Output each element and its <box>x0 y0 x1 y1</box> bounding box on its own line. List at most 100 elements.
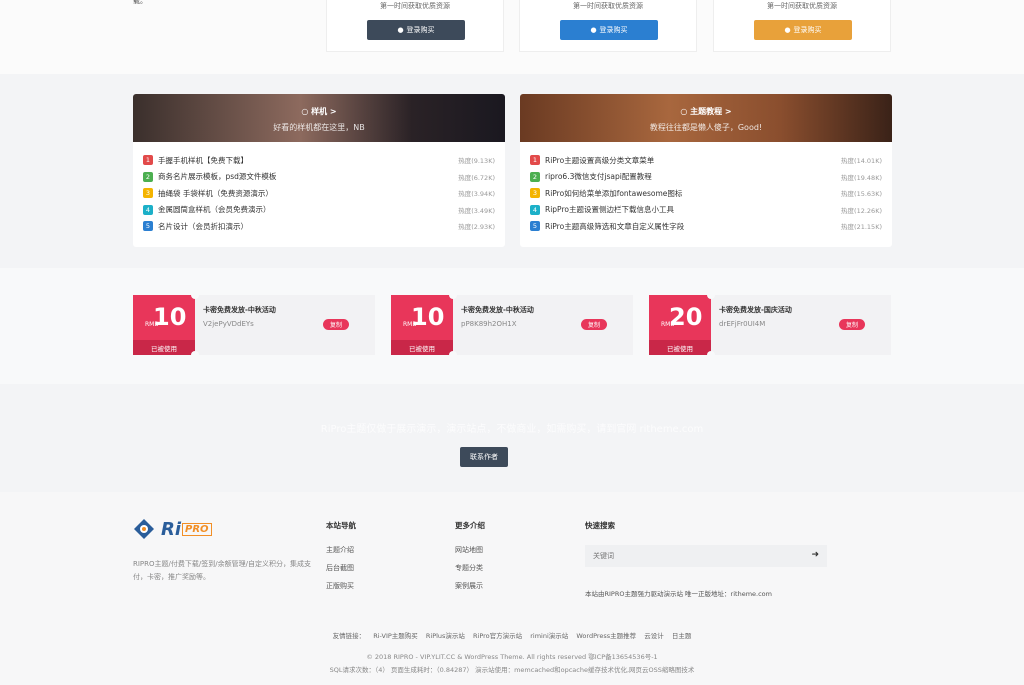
hot-count: 热度(21.15K) <box>841 223 882 232</box>
copy-button[interactable]: 复制 <box>839 319 865 330</box>
hot-count: 热度(2.93K) <box>458 223 495 232</box>
coupon-code: pP8K89h2OH1X <box>461 320 517 328</box>
coupon-card-1: RMB 10 已被使用 卡密免费发放-中秋活动 V2jePyVDdEYs 复制 <box>133 291 375 359</box>
login-buy-button[interactable]: ● 登录购买 <box>560 20 658 40</box>
friend-link[interactable]: RiPlus演示站 <box>426 632 465 640</box>
rank-badge: 3 <box>143 188 153 199</box>
contact-author-button[interactable]: 联系作者 <box>460 447 508 467</box>
post-title[interactable]: ripro6.3微信支付jsapi配置教程 <box>545 171 841 182</box>
brand-description: RIPRO主题/付费下载/签到/余额管理/自定义积分，集成支付，卡密，推广奖励等… <box>133 560 311 581</box>
coupon-section: RMB 10 已被使用 卡密免费发放-中秋活动 V2jePyVDdEYs 复制 … <box>0 268 1024 384</box>
user-icon: ● <box>397 26 404 34</box>
hot-count: 热度(14.01K) <box>841 157 882 166</box>
friend-link[interactable]: Ri-VIP主题购买 <box>373 632 418 640</box>
search-title: 快速搜索 <box>585 521 615 530</box>
used-status: 已被使用 <box>391 340 453 355</box>
category-title[interactable]: ○ 样机 > <box>133 106 505 117</box>
footer-link[interactable]: 案例展示 <box>455 581 485 599</box>
notch <box>191 291 199 299</box>
button-label: 登录购买 <box>406 26 435 34</box>
copy-button[interactable]: 复制 <box>323 319 349 330</box>
used-status: 已被使用 <box>133 340 195 355</box>
list-item[interactable]: 1 手握手机样机【免费下载】 热度(9.13K) <box>143 152 495 169</box>
post-list: 1 RiPro主题设置高级分类文章菜单 热度(14.01K) 2 ripro6.3微信… <box>520 142 892 235</box>
rank-badge: 1 <box>530 155 540 166</box>
footer-link[interactable]: 专题分类 <box>455 563 485 581</box>
footer-link[interactable]: 网站地图 <box>455 545 485 563</box>
plan-card-1: 第一时间获取优质资源 ● 登录购买 <box>326 0 504 52</box>
post-title[interactable]: 名片设计（会员折扣演示） <box>158 221 458 232</box>
footer-link[interactable]: 主题介绍 <box>326 545 356 563</box>
list-item[interactable]: 5 RiPro主题高级筛选和文章自定义属性字段 热度(21.15K) <box>530 218 882 235</box>
friend-link[interactable]: 日主题 <box>672 632 692 640</box>
friend-link[interactable]: rimini演示站 <box>530 632 568 640</box>
login-buy-button[interactable]: ● 登录购买 <box>754 20 852 40</box>
copy-button[interactable]: 复制 <box>581 319 607 330</box>
footer-link[interactable]: 正版购买 <box>326 581 356 599</box>
coupon-value: RMB 10 已被使用 <box>391 295 453 355</box>
list-item[interactable]: 4 金属圆筒盒样机（会员免费演示） 热度(3.49K) <box>143 202 495 219</box>
notch <box>707 351 715 359</box>
hot-count: 热度(6.72K) <box>458 173 495 182</box>
category-banner[interactable]: ○ 样机 > 好看的样机都在这里，NB <box>133 94 505 142</box>
footer-more-column: 更多介绍 网站地图 专题分类 案例展示 <box>455 520 485 599</box>
circle-icon: ○ <box>680 107 688 116</box>
category-title-text: 主题教程 > <box>690 107 732 116</box>
arrow-right-icon[interactable]: ➜ <box>811 550 819 560</box>
hot-count: 热度(3.49K) <box>458 206 495 215</box>
post-title[interactable]: 抽绳袋 手袋样机（免费资源演示） <box>158 188 458 199</box>
category-banner[interactable]: ○ 主题教程 > 教程往往都是懒人傻子，Good! <box>520 94 892 142</box>
search-input[interactable] <box>593 549 793 563</box>
post-title[interactable]: 金属圆筒盒样机（会员免费演示） <box>158 204 458 215</box>
post-title[interactable]: RipPro主题设置侧边栏下载信息小工具 <box>545 204 841 215</box>
category-title[interactable]: ○ 主题教程 > <box>520 106 892 117</box>
category-subtitle: 好看的样机都在这里，NB <box>273 123 365 132</box>
notch <box>191 351 199 359</box>
rank-badge: 3 <box>530 188 540 199</box>
site-logo[interactable]: Ri PRO <box>133 518 212 540</box>
plan-card-3: 第一时间获取优质资源 ● 登录购买 <box>713 0 891 52</box>
list-item[interactable]: 5 名片设计（会员折扣演示） 热度(2.93K) <box>143 218 495 235</box>
post-title[interactable]: RiPro主题高级筛选和文章自定义属性字段 <box>545 221 841 232</box>
friend-link[interactable]: 云设计 <box>644 632 664 640</box>
rank-badge: 5 <box>143 221 153 232</box>
list-item[interactable]: 3 RiPro如何给菜单添加fontawesome图标 热度(15.63K) <box>530 185 882 202</box>
post-title[interactable]: RiPro如何给菜单添加fontawesome图标 <box>545 188 841 199</box>
post-title[interactable]: 手握手机样机【免费下载】 <box>158 155 458 166</box>
login-buy-button[interactable]: ● 登录购买 <box>367 20 465 40</box>
search-box: ➜ <box>585 545 827 567</box>
post-title[interactable]: RiPro主题设置高级分类文章菜单 <box>545 155 841 166</box>
category-section: ○ 样机 > 好看的样机都在这里，NB 1 手握手机样机【免费下载】 热度(9.13… <box>0 74 1024 268</box>
list-item[interactable]: 2 ripro6.3微信支付jsapi配置教程 热度(19.48K) <box>530 169 882 186</box>
used-status: 已被使用 <box>649 340 711 355</box>
post-title[interactable]: 商务名片展示模板，psd源文件模板 <box>158 171 458 182</box>
category-card-tutorials: ○ 主题教程 > 教程往往都是懒人傻子，Good! 1 RiPro主题设置高级分类… <box>520 94 892 247</box>
coupon-value: RMB 10 已被使用 <box>133 295 195 355</box>
logo-icon <box>134 519 154 539</box>
coupon-code: V2jePyVDdEYs <box>203 320 254 328</box>
copyright: © 2018 RIPRO - VIP.YLIT.CC & WordPress T… <box>366 653 658 661</box>
column-title: 本站导航 <box>326 521 356 530</box>
coupon-title: 卡密免费发放-国庆活动 <box>719 306 792 314</box>
list-item[interactable]: 4 RipPro主题设置侧边栏下载信息小工具 热度(12.26K) <box>530 202 882 219</box>
circle-icon: ○ <box>301 107 309 116</box>
hot-count: 热度(3.94K) <box>458 190 495 199</box>
list-item[interactable]: 3 抽绳袋 手袋样机（免费资源演示） 热度(3.94K) <box>143 185 495 202</box>
coupon-amount: 10 <box>411 303 445 331</box>
footer: Ri PRO RIPRO主题/付费下载/签到/余额管理/自定义积分，集成支付，卡… <box>0 492 1024 685</box>
footer-link[interactable]: 后台截图 <box>326 563 356 581</box>
rank-badge: 1 <box>143 155 153 166</box>
coupon-card-2: RMB 10 已被使用 卡密免费发放-中秋活动 pP8K89h2OH1X 复制 <box>391 291 633 359</box>
list-item[interactable]: 2 商务名片展示模板，psd源文件模板 热度(6.72K) <box>143 169 495 186</box>
site-notice: 本站由RIPRO主题强力驱动演示站 唯一正版地址：ritheme.com <box>585 590 772 598</box>
friend-link[interactable]: WordPress主题推荐 <box>576 632 636 640</box>
plan-desc: 第一时间获取优质资源 <box>767 2 837 10</box>
plan-desc: 第一时间获取优质资源 <box>573 2 643 10</box>
list-item[interactable]: 1 RiPro主题设置高级分类文章菜单 热度(14.01K) <box>530 152 882 169</box>
user-icon: ● <box>590 26 597 34</box>
coupon-amount: 20 <box>669 303 703 331</box>
cta-text: RiPro主题仅做于展示演示，演示站点，不做商业，如需购买，请到官网 rithe… <box>320 424 704 435</box>
friend-link[interactable]: RiPro官方演示站 <box>473 632 522 640</box>
hot-count: 热度(12.26K) <box>841 206 882 215</box>
coupon-title: 卡密免费发放-中秋活动 <box>203 306 276 314</box>
